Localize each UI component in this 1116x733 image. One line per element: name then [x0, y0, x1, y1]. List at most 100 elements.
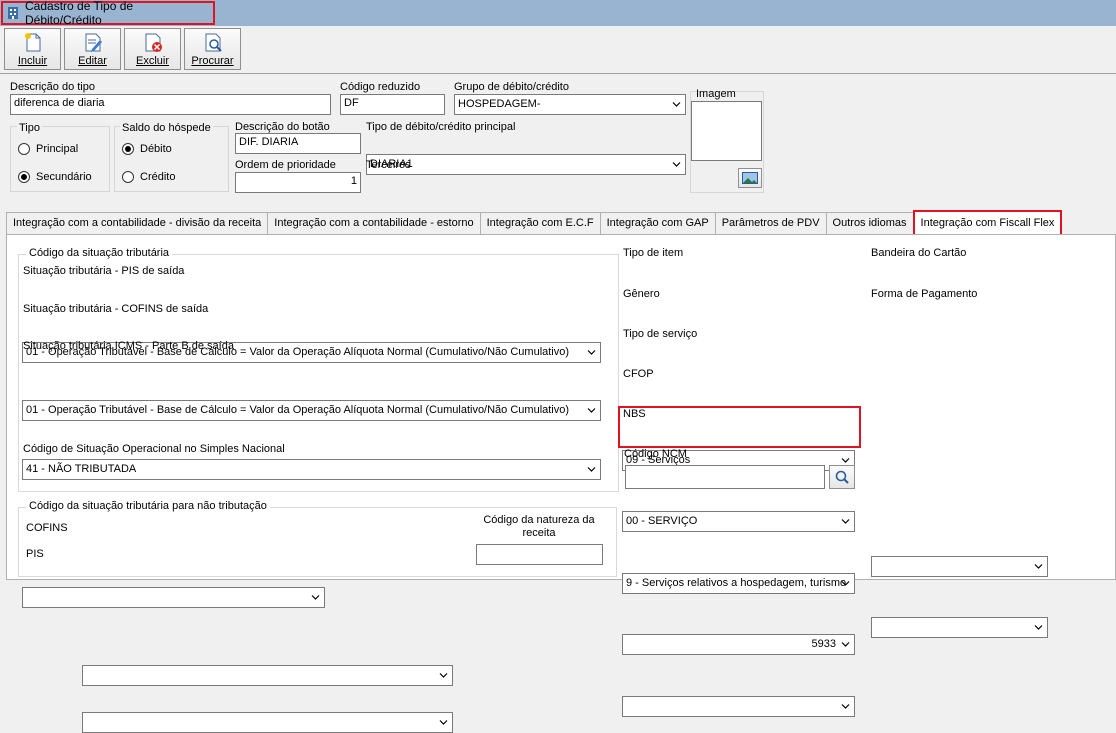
delete-document-icon: [145, 33, 162, 52]
tipo-secundario-radio[interactable]: Secundário: [18, 171, 92, 183]
window-title: Cadastro de Tipo de Débito/Crédito: [25, 0, 134, 27]
descricao-botao-input[interactable]: DIF. DIARIA: [235, 133, 361, 154]
saldo-credito-label: Crédito: [140, 171, 176, 183]
edit-document-icon: [85, 33, 102, 52]
tipo-principal-select[interactable]: DIARIA1: [366, 154, 686, 175]
chevron-down-icon: [1034, 564, 1043, 569]
simples-select[interactable]: [22, 587, 325, 608]
imagem-label: Imagem: [696, 88, 736, 100]
tipo-label: Tipo: [17, 122, 42, 134]
chevron-down-icon: [439, 720, 448, 725]
nbs-select[interactable]: [622, 696, 855, 717]
ncm-label: Código NCM: [624, 448, 687, 460]
chevron-down-icon: [841, 704, 850, 709]
situacao-tributaria-group: [18, 254, 619, 492]
ncm-search-button[interactable]: [829, 465, 855, 489]
natureza-input[interactable]: [476, 544, 603, 565]
chevron-down-icon: [672, 102, 681, 107]
ordem-label: Ordem de prioridade: [235, 159, 336, 171]
cofins-nt-label: COFINS: [26, 522, 68, 534]
nao-tributacao-legend: Código da situação tributária para não t…: [26, 500, 270, 512]
tipo-principal-label-field: Tipo de débito/crédito principal: [366, 121, 516, 133]
tipo-principal-radio[interactable]: Principal: [18, 143, 78, 155]
saldo-credito-radio[interactable]: Crédito: [122, 171, 175, 183]
cofins-select[interactable]: 01 - Operação Tributável - Base de Cálcu…: [22, 400, 601, 421]
cfop-select[interactable]: 5933: [622, 634, 855, 655]
ordem-input[interactable]: 1: [235, 172, 361, 193]
tab-pdv[interactable]: Parâmetros de PDV: [714, 212, 827, 234]
tab-contabilidade-estorno[interactable]: Integração com a contabilidade - estorno: [267, 212, 481, 234]
radio-circle: [122, 171, 134, 183]
picture-icon: [742, 172, 758, 184]
genero-value: 00 - SERVIÇO: [626, 515, 698, 527]
chevron-down-icon: [841, 519, 850, 524]
tab-outros-idiomas[interactable]: Outros idiomas: [825, 212, 914, 234]
icms-label: Situação tributária ICMS - Parte B de sa…: [23, 340, 234, 352]
cfop-label: CFOP: [623, 368, 654, 380]
incluir-button[interactable]: Incluir: [4, 28, 61, 70]
descricao-tipo-input[interactable]: diferenca de diaria: [10, 94, 331, 115]
descricao-tipo-label: Descrição do tipo: [10, 81, 95, 93]
chevron-down-icon: [672, 162, 681, 167]
situacao-tributaria-legend: Código da situação tributária: [26, 247, 173, 259]
chevron-down-icon: [841, 581, 850, 586]
saldo-debito-label: Débito: [140, 143, 172, 155]
imagem-box[interactable]: [691, 101, 762, 161]
tab-gap[interactable]: Integração com GAP: [599, 212, 716, 234]
radio-circle: [18, 143, 30, 155]
tipo-servico-select[interactable]: 9 - Serviços relativos a hospedagem, tur…: [622, 573, 855, 594]
pis-nt-select[interactable]: [82, 712, 453, 733]
tab-fiscall-flex[interactable]: Integração com Fiscall Flex: [912, 210, 1063, 234]
chevron-down-icon: [841, 458, 850, 463]
icms-value: 41 - NÃO TRIBUTADA: [26, 463, 137, 475]
bandeira-select[interactable]: [871, 556, 1048, 577]
cfop-value: 5933: [811, 638, 836, 650]
imagem-button[interactable]: [738, 168, 762, 188]
tipo-servico-label: Tipo de serviço: [623, 328, 698, 340]
nbs-highlight: [618, 406, 861, 448]
terceiros-label: Terceiros: [366, 159, 411, 171]
tipo-principal-label: Principal: [36, 143, 79, 155]
genero-select[interactable]: 00 - SERVIÇO: [622, 511, 855, 532]
building-icon: [8, 7, 18, 19]
tab-strip: Integração com a contabilidade - divisão…: [6, 210, 1063, 234]
saldo-debito-radio[interactable]: Débito: [122, 143, 172, 155]
excluir-button[interactable]: Excluir: [124, 28, 181, 70]
descricao-botao-label: Descrição do botão: [235, 121, 330, 133]
forma-pagamento-label: Forma de Pagamento: [871, 288, 978, 300]
chevron-down-icon: [587, 350, 596, 355]
editar-button[interactable]: Editar: [64, 28, 121, 70]
cofins-nt-select[interactable]: [82, 665, 453, 686]
grupo-value: HOSPEDAGEM-: [458, 98, 541, 110]
cofins-label: Situação tributária - COFINS de saída: [23, 303, 209, 315]
codigo-reduzido-input[interactable]: DF: [340, 94, 445, 115]
chevron-down-icon: [439, 673, 448, 678]
tab-contabilidade-divisao[interactable]: Integração com a contabilidade - divisão…: [6, 212, 269, 234]
forma-pagamento-select[interactable]: [871, 617, 1048, 638]
toolbar-separator: [0, 73, 1116, 74]
icms-select[interactable]: 41 - NÃO TRIBUTADA: [22, 459, 601, 480]
tipo-item-label: Tipo de item: [623, 247, 684, 259]
tipo-servico-value: 9 - Serviços relativos a hospedagem, tur…: [626, 577, 847, 589]
procurar-button[interactable]: Procurar: [184, 28, 241, 70]
simples-label: Código de Situação Operacional no Simple…: [23, 443, 285, 455]
bandeira-label: Bandeira do Cartão: [871, 247, 967, 259]
chevron-down-icon: [841, 642, 850, 647]
pis-nt-label: PIS: [26, 548, 44, 560]
codigo-reduzido-label: Código reduzido: [340, 81, 421, 93]
chevron-down-icon: [587, 408, 596, 413]
chevron-down-icon: [587, 467, 596, 472]
new-document-icon: [24, 33, 40, 52]
window-title-box: Cadastro de Tipo de Débito/Crédito: [1, 0, 215, 27]
search-document-icon: [205, 33, 222, 52]
grupo-select[interactable]: HOSPEDAGEM-: [454, 94, 686, 115]
search-icon: [835, 470, 849, 484]
pis-label: Situação tributária - PIS de saída: [23, 265, 185, 277]
ncm-input[interactable]: [625, 465, 825, 489]
tab-ecf[interactable]: Integração com E.C.F: [479, 212, 601, 234]
grupo-label: Grupo de débito/crédito: [454, 81, 569, 93]
radio-circle-selected: [122, 143, 134, 155]
tipo-secundario-label: Secundário: [36, 171, 92, 183]
cofins-value: 01 - Operação Tributável - Base de Cálcu…: [26, 404, 570, 416]
natureza-label: Código da natureza da receita: [483, 514, 595, 539]
